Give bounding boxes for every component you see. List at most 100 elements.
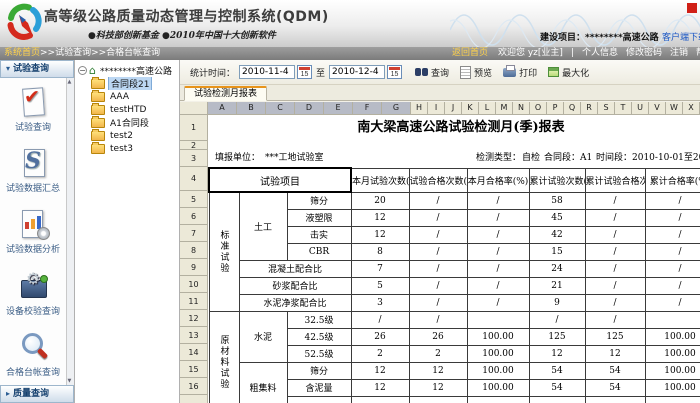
test-item-cell[interactable]: 水泥净浆配合比 xyxy=(239,294,351,311)
value-cell[interactable]: / xyxy=(467,226,529,243)
value-cell[interactable]: 8 xyxy=(351,243,409,260)
value-cell[interactable]: / xyxy=(467,294,529,311)
column-header-W[interactable]: W xyxy=(666,102,683,115)
value-cell[interactable]: 100.00 xyxy=(467,328,529,345)
value-cell[interactable] xyxy=(467,396,529,403)
value-cell[interactable]: 100.00 xyxy=(467,345,529,362)
tree-node[interactable]: A1合同段 xyxy=(75,116,179,129)
value-cell[interactable]: 100.00 xyxy=(645,362,700,379)
calendar-icon[interactable]: 15 xyxy=(387,65,402,79)
value-cell[interactable]: / xyxy=(467,209,529,226)
test-item-cell[interactable]: 混凝土配合比 xyxy=(239,260,351,277)
column-header-F[interactable]: F xyxy=(353,102,382,115)
value-cell[interactable]: 5 xyxy=(351,277,409,294)
column-header-H[interactable]: H xyxy=(411,102,428,115)
value-cell[interactable]: / xyxy=(467,192,529,209)
test-item-cell[interactable]: 击实 xyxy=(287,226,351,243)
user-menu-link[interactable]: 注销 xyxy=(670,48,688,58)
value-cell[interactable]: 100.00 xyxy=(645,379,700,396)
value-cell[interactable]: / xyxy=(645,260,700,277)
value-cell[interactable]: 125 xyxy=(529,328,585,345)
column-header-B[interactable]: B xyxy=(237,102,266,115)
return-home-link[interactable]: 返回首页 xyxy=(452,48,488,58)
value-cell[interactable]: 125 xyxy=(585,328,645,345)
sidebar-item-4[interactable]: 设备校验查询 xyxy=(6,269,60,317)
tree-node[interactable]: AAA xyxy=(75,90,179,103)
project-selector[interactable]: 建设项目：********高速公路 xyxy=(540,30,659,43)
search-button[interactable]: 查询 xyxy=(415,66,449,79)
row-header[interactable]: 6 xyxy=(180,208,208,225)
row-header[interactable]: 15 xyxy=(180,361,208,378)
value-cell[interactable]: 54 xyxy=(529,362,585,379)
value-cell[interactable] xyxy=(585,396,645,403)
column-header-D[interactable]: D xyxy=(295,102,324,115)
user-menu-link[interactable]: 个人信息 xyxy=(582,48,618,58)
column-header-S[interactable]: S xyxy=(598,102,615,115)
value-cell[interactable] xyxy=(645,396,700,403)
value-cell[interactable]: / xyxy=(645,277,700,294)
row-header[interactable]: 12 xyxy=(180,310,208,327)
value-cell[interactable]: 100.00 xyxy=(467,379,529,396)
row-header[interactable]: 5 xyxy=(180,191,208,208)
value-cell[interactable]: 12 xyxy=(409,379,467,396)
value-cell[interactable]: 2 xyxy=(409,345,467,362)
column-header-X[interactable]: X xyxy=(683,102,700,115)
value-cell[interactable]: / xyxy=(409,260,467,277)
value-cell[interactable]: / xyxy=(645,192,700,209)
row-header[interactable]: 13 xyxy=(180,327,208,344)
test-item-cell[interactable] xyxy=(287,396,351,403)
column-header-Q[interactable]: Q xyxy=(564,102,581,115)
value-cell[interactable]: 54 xyxy=(585,379,645,396)
row-header[interactable]: 14 xyxy=(180,344,208,361)
column-header-A[interactable]: A xyxy=(208,102,237,115)
value-cell[interactable] xyxy=(409,396,467,403)
value-cell[interactable]: 58 xyxy=(529,192,585,209)
value-cell[interactable]: / xyxy=(645,294,700,311)
value-cell[interactable]: 2 xyxy=(351,345,409,362)
row-header[interactable]: 4 xyxy=(180,167,208,191)
test-item-cell[interactable]: 52.5级 xyxy=(287,345,351,362)
report-header-cell[interactable]: 累计试验合格次数(次) xyxy=(585,168,645,192)
sidebar-item-2[interactable]: 试验数据汇总 xyxy=(6,146,60,194)
user-menu-link[interactable]: 修改密码 xyxy=(626,48,662,58)
column-header-G[interactable]: G xyxy=(382,102,411,115)
value-cell[interactable]: / xyxy=(467,277,529,294)
column-header-V[interactable]: V xyxy=(649,102,666,115)
value-cell[interactable]: / xyxy=(585,243,645,260)
value-cell[interactable]: / xyxy=(585,294,645,311)
value-cell[interactable]: / xyxy=(645,226,700,243)
row-header[interactable]: 9 xyxy=(180,259,208,276)
value-cell[interactable]: / xyxy=(645,209,700,226)
value-cell[interactable]: 12 xyxy=(351,379,409,396)
tree-collapse-icon[interactable]: − xyxy=(78,66,87,75)
value-cell[interactable]: 12 xyxy=(351,362,409,379)
value-cell[interactable]: / xyxy=(585,226,645,243)
value-cell[interactable]: / xyxy=(409,192,467,209)
row-header[interactable] xyxy=(180,395,208,403)
value-cell[interactable]: 12 xyxy=(351,209,409,226)
value-cell[interactable] xyxy=(529,396,585,403)
subcategory-cell[interactable]: 粗集料 xyxy=(239,362,287,403)
value-cell[interactable]: 7 xyxy=(351,260,409,277)
value-cell[interactable]: 54 xyxy=(585,362,645,379)
report-header-project-cell[interactable]: 试验项目 xyxy=(209,168,351,192)
row-header[interactable]: 3 xyxy=(180,150,208,167)
value-cell[interactable]: / xyxy=(585,277,645,294)
column-header-O[interactable]: O xyxy=(530,102,547,115)
column-header-P[interactable]: P xyxy=(547,102,564,115)
value-cell[interactable]: 9 xyxy=(529,294,585,311)
value-cell[interactable]: / xyxy=(585,260,645,277)
column-header-I[interactable]: I xyxy=(428,102,445,115)
value-cell[interactable]: 12 xyxy=(409,362,467,379)
row-header[interactable]: 2 xyxy=(180,141,208,150)
value-cell[interactable] xyxy=(467,311,529,328)
column-header-K[interactable]: K xyxy=(462,102,479,115)
sidebar-scrollbar[interactable] xyxy=(66,78,74,385)
value-cell[interactable]: / xyxy=(585,209,645,226)
value-cell[interactable]: 3 xyxy=(351,294,409,311)
value-cell[interactable]: / xyxy=(529,311,585,328)
column-header-U[interactable]: U xyxy=(632,102,649,115)
report-header-cell[interactable]: 累计试验次数(次) xyxy=(529,168,585,192)
value-cell[interactable]: / xyxy=(409,311,467,328)
value-cell[interactable] xyxy=(351,396,409,403)
